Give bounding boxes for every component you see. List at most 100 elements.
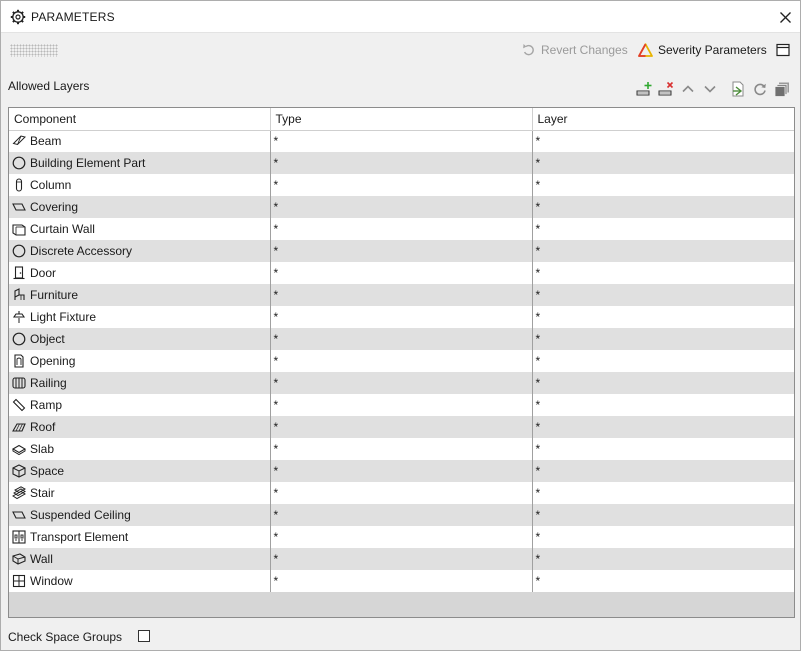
layers-button[interactable] xyxy=(774,81,790,97)
type-cell[interactable]: * xyxy=(270,350,533,372)
table-row[interactable]: Beam * * xyxy=(9,130,794,152)
component-cell[interactable]: Building Element Part xyxy=(9,152,271,174)
table-row[interactable]: Object * * xyxy=(9,328,794,350)
severity-parameters-button[interactable]: Severity Parameters xyxy=(638,42,767,58)
layer-cell[interactable]: * xyxy=(532,570,794,592)
component-cell[interactable]: Furniture xyxy=(9,284,271,306)
component-cell[interactable]: Opening xyxy=(9,350,271,372)
layer-cell[interactable]: * xyxy=(532,284,794,306)
layer-cell[interactable]: * xyxy=(532,306,794,328)
check-space-groups-checkbox[interactable] xyxy=(138,630,150,642)
remove-row-button[interactable] xyxy=(658,81,674,97)
type-cell[interactable]: * xyxy=(270,196,533,218)
component-cell[interactable]: Covering xyxy=(9,196,271,218)
table-row[interactable]: Building Element Part * * xyxy=(9,152,794,174)
table-row[interactable]: Suspended Ceiling * * xyxy=(9,504,794,526)
refresh-button[interactable] xyxy=(752,81,768,97)
component-cell[interactable]: Curtain Wall xyxy=(9,218,271,240)
add-row-button[interactable] xyxy=(636,81,652,97)
table-row[interactable]: Covering * * xyxy=(9,196,794,218)
table-row[interactable]: Transport Element * * xyxy=(9,526,794,548)
component-cell[interactable]: Stair xyxy=(9,482,271,504)
table-row[interactable]: Light Fixture * * xyxy=(9,306,794,328)
component-cell[interactable]: Roof xyxy=(9,416,271,438)
type-cell[interactable]: * xyxy=(270,548,533,570)
drag-grip[interactable] xyxy=(10,44,58,57)
layer-cell[interactable]: * xyxy=(532,350,794,372)
type-cell[interactable]: * xyxy=(270,262,533,284)
type-cell[interactable]: * xyxy=(270,438,533,460)
type-cell[interactable]: * xyxy=(270,328,533,350)
layer-cell[interactable]: * xyxy=(532,240,794,262)
component-cell[interactable]: Space xyxy=(9,460,271,482)
layer-cell[interactable]: * xyxy=(532,438,794,460)
table-row[interactable]: Curtain Wall * * xyxy=(9,218,794,240)
column-header-layer[interactable]: Layer xyxy=(532,108,794,131)
move-down-button[interactable] xyxy=(702,81,718,97)
layer-cell[interactable]: * xyxy=(532,152,794,174)
component-cell[interactable]: Slab xyxy=(9,438,271,460)
layer-cell[interactable]: * xyxy=(532,526,794,548)
table-row[interactable]: Discrete Accessory * * xyxy=(9,240,794,262)
table-row[interactable]: Wall * * xyxy=(9,548,794,570)
layer-cell[interactable]: * xyxy=(532,130,794,152)
panel-toggle-icon[interactable] xyxy=(776,43,790,57)
component-cell[interactable]: Discrete Accessory xyxy=(9,240,271,262)
column-header-component[interactable]: Component xyxy=(9,108,271,131)
type-cell[interactable]: * xyxy=(270,394,533,416)
type-cell[interactable]: * xyxy=(270,526,533,548)
table-row[interactable]: Railing * * xyxy=(9,372,794,394)
layer-cell[interactable]: * xyxy=(532,218,794,240)
type-cell[interactable]: * xyxy=(270,372,533,394)
type-cell[interactable]: * xyxy=(270,284,533,306)
column-header-type[interactable]: Type xyxy=(270,108,533,131)
table-row[interactable]: Slab * * xyxy=(9,438,794,460)
type-cell[interactable]: * xyxy=(270,570,533,592)
component-cell[interactable]: Object xyxy=(9,328,271,350)
type-cell[interactable]: * xyxy=(270,416,533,438)
component-cell[interactable]: Railing xyxy=(9,372,271,394)
type-cell[interactable]: * xyxy=(270,240,533,262)
layer-cell[interactable]: * xyxy=(532,196,794,218)
type-cell[interactable]: * xyxy=(270,504,533,526)
component-cell[interactable]: Door xyxy=(9,262,271,284)
layer-cell[interactable]: * xyxy=(532,372,794,394)
table-row[interactable]: Furniture * * xyxy=(9,284,794,306)
table-row[interactable]: Opening * * xyxy=(9,350,794,372)
component-cell[interactable]: Window xyxy=(9,570,271,592)
table-row[interactable]: Column * * xyxy=(9,174,794,196)
layer-cell[interactable]: * xyxy=(532,504,794,526)
layer-cell[interactable]: * xyxy=(532,460,794,482)
layer-cell[interactable]: * xyxy=(532,416,794,438)
component-cell[interactable]: Transport Element xyxy=(9,526,271,548)
export-button[interactable] xyxy=(730,81,746,97)
layer-cell[interactable]: * xyxy=(532,394,794,416)
revert-changes-button[interactable]: Revert Changes xyxy=(522,42,628,58)
component-cell[interactable]: Light Fixture xyxy=(9,306,271,328)
type-cell[interactable]: * xyxy=(270,482,533,504)
layer-cell[interactable]: * xyxy=(532,262,794,284)
layer-cell[interactable]: * xyxy=(532,548,794,570)
table-row[interactable]: Door * * xyxy=(9,262,794,284)
component-cell[interactable]: Wall xyxy=(9,548,271,570)
component-cell[interactable]: Ramp xyxy=(9,394,271,416)
table-row[interactable]: Roof * * xyxy=(9,416,794,438)
type-cell[interactable]: * xyxy=(270,218,533,240)
layer-cell[interactable]: * xyxy=(532,328,794,350)
component-cell[interactable]: Suspended Ceiling xyxy=(9,504,271,526)
table-row[interactable]: Stair * * xyxy=(9,482,794,504)
type-cell[interactable]: * xyxy=(270,306,533,328)
move-up-button[interactable] xyxy=(680,81,696,97)
layer-cell[interactable]: * xyxy=(532,174,794,196)
table-row[interactable]: Space * * xyxy=(9,460,794,482)
table-row[interactable]: Window * * xyxy=(9,570,794,592)
type-cell[interactable]: * xyxy=(270,152,533,174)
component-cell[interactable]: Beam xyxy=(9,130,271,152)
type-cell[interactable]: * xyxy=(270,460,533,482)
table-row[interactable]: Ramp * * xyxy=(9,394,794,416)
type-cell[interactable]: * xyxy=(270,174,533,196)
layer-cell[interactable]: * xyxy=(532,482,794,504)
close-button[interactable] xyxy=(775,7,795,27)
type-cell[interactable]: * xyxy=(270,130,533,152)
component-cell[interactable]: Column xyxy=(9,174,271,196)
